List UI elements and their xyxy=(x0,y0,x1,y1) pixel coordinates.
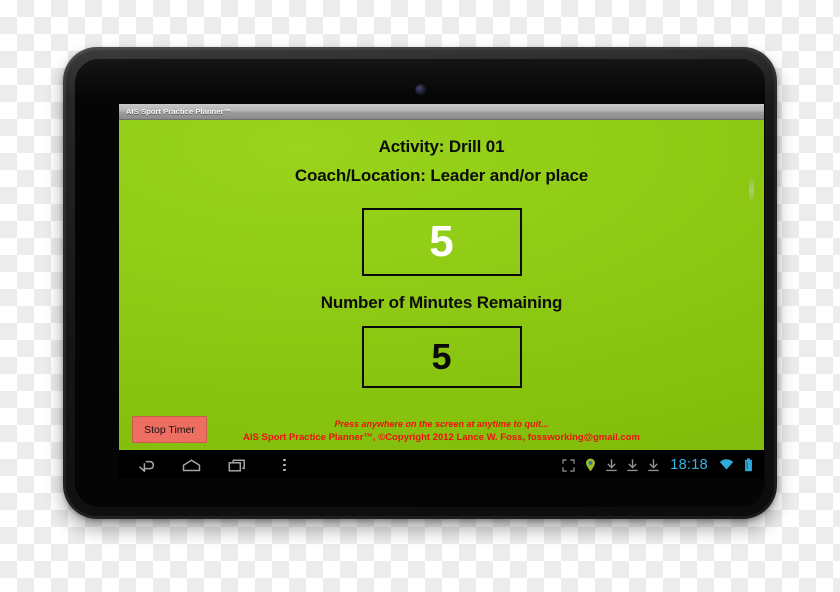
front-camera-icon xyxy=(415,85,425,94)
tablet-screen: AIS Sport Practice Planner™ Activity: Dr… xyxy=(119,104,764,479)
minutes-value: 5 xyxy=(431,335,452,377)
app-title-bar: AIS Sport Practice Planner™ xyxy=(119,104,764,120)
countdown-display-box: 5 xyxy=(361,207,522,276)
tablet-face: AIS Sport Practice Planner™ Activity: Dr… xyxy=(75,59,765,507)
app-content-area[interactable]: Activity: Drill 01 Coach/Location: Leade… xyxy=(119,120,764,450)
status-clock: 18:18 xyxy=(670,457,708,473)
download-arrow-icon xyxy=(648,458,659,472)
menu-dot xyxy=(283,463,286,467)
footer: Press anywhere on the screen at anytime … xyxy=(119,418,764,445)
android-navigation-bar: 18:18 xyxy=(119,450,764,479)
quit-instruction-text: Press anywhere on the screen at anytime … xyxy=(334,419,549,430)
nav-buttons-group xyxy=(119,458,286,473)
status-icons-group: 18:18 xyxy=(562,457,753,473)
fullscreen-expand-icon[interactable] xyxy=(562,458,575,472)
copyright-text: AIS Sport Practice Planner™, ©Copyright … xyxy=(243,432,640,444)
tablet-device: AIS Sport Practice Planner™ Activity: Dr… xyxy=(63,47,777,519)
menu-dot xyxy=(283,468,286,472)
tablet-bezel: AIS Sport Practice Planner™ Activity: Dr… xyxy=(66,50,774,516)
activity-label: Activity: Drill 01 xyxy=(378,137,505,156)
back-arrow-icon[interactable] xyxy=(137,458,156,473)
minutes-remaining-label: Number of Minutes Remaining xyxy=(320,292,563,312)
app-title: AIS Sport Practice Planner™ xyxy=(126,107,232,116)
wifi-icon xyxy=(719,459,734,471)
coach-location-label: Coach/Location: Leader and/or place xyxy=(294,165,589,185)
overflow-menu-icon[interactable] xyxy=(273,458,286,472)
menu-dot xyxy=(283,458,286,462)
minutes-display-box: 5 xyxy=(361,325,522,388)
location-pin-icon xyxy=(585,458,596,472)
home-icon[interactable] xyxy=(181,458,202,473)
bezel-reflection xyxy=(749,177,754,203)
countdown-value: 5 xyxy=(429,216,454,266)
download-arrow-icon xyxy=(627,458,638,472)
battery-icon xyxy=(744,458,753,472)
download-arrow-icon xyxy=(606,458,617,472)
recent-apps-icon[interactable] xyxy=(227,458,248,473)
